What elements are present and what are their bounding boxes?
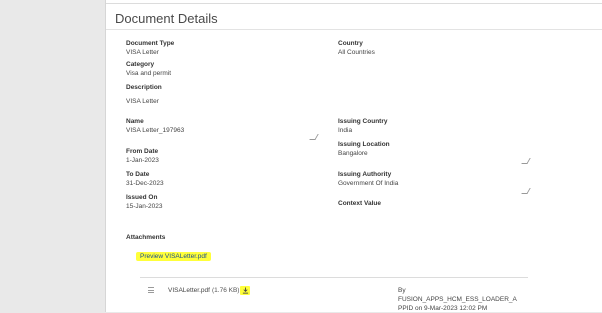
preview-attachment-link[interactable]: Preview VISALetter.pdf xyxy=(136,252,211,261)
drag-handle-icon[interactable] xyxy=(148,287,154,293)
field-from-date: From Date 1-Jan-2023 xyxy=(126,148,159,165)
document-type-value: VISA Letter xyxy=(126,49,159,56)
country-value: All Countries xyxy=(338,49,375,56)
field-name: Name VISA Letter_197963 xyxy=(126,118,184,135)
field-issuing-location: Issuing Location Bangalore xyxy=(338,141,390,158)
issuing-country-value: India xyxy=(338,127,353,134)
to-date-value: 31-Dec-2023 xyxy=(126,180,164,187)
document-type-label: Document Type xyxy=(126,40,175,47)
issuing-authority-label: Issuing Authority xyxy=(338,171,392,178)
field-issuing-authority: Issuing Authority Government Of India xyxy=(338,171,398,188)
panel-top-divider xyxy=(106,3,602,4)
country-label: Country xyxy=(338,40,363,47)
issuing-authority-resize-handle-icon[interactable] xyxy=(521,188,531,194)
issuing-authority-value: Government Of India xyxy=(338,180,399,187)
field-issued-on: Issued On 15-Jan-2023 xyxy=(126,194,163,211)
category-label: Category xyxy=(126,61,155,68)
category-value: Visa and permit xyxy=(126,70,172,77)
name-resize-handle-icon[interactable] xyxy=(309,134,319,140)
attachment-file-size: (1.76 KB) xyxy=(212,287,240,294)
attachment-file-name[interactable]: VISALetter.pdf xyxy=(168,287,210,294)
field-to-date: To Date 31-Dec-2023 xyxy=(126,171,164,188)
field-context-value: Context Value xyxy=(338,200,381,209)
to-date-label: To Date xyxy=(126,171,150,178)
attachments-title: Attachments xyxy=(126,234,166,241)
from-date-value: 1-Jan-2023 xyxy=(126,157,159,164)
field-category: Category Visa and permit xyxy=(126,61,171,78)
context-value-label: Context Value xyxy=(338,200,381,207)
field-country: Country All Countries xyxy=(338,40,375,57)
issued-on-value: 15-Jan-2023 xyxy=(126,203,163,210)
title-divider xyxy=(106,29,602,30)
description-label: Description xyxy=(126,84,162,91)
attachments-divider xyxy=(140,277,528,278)
issuing-location-label: Issuing Location xyxy=(338,141,390,148)
issuing-location-resize-handle-icon[interactable] xyxy=(521,158,531,164)
field-issuing-country: Issuing Country India xyxy=(338,118,387,135)
attachment-uploaded-by: By FUSION_APPS_HCM_ESS_LOADER_A PPID on … xyxy=(398,287,517,312)
issuing-location-value: Bangalore xyxy=(338,150,368,157)
name-label: Name xyxy=(126,118,144,125)
field-document-type: Document Type VISA Letter xyxy=(126,40,174,57)
issuing-country-label: Issuing Country xyxy=(338,118,388,125)
document-details-panel: Document Details Document Type VISA Lett… xyxy=(105,0,602,312)
issued-on-label: Issued On xyxy=(126,194,158,201)
description-value: VISA Letter xyxy=(126,98,159,105)
page-title: Document Details xyxy=(115,11,218,26)
download-icon[interactable] xyxy=(240,286,250,295)
from-date-label: From Date xyxy=(126,148,159,155)
name-value: VISA Letter_197963 xyxy=(126,127,185,134)
field-description: Description VISA Letter xyxy=(126,84,162,106)
